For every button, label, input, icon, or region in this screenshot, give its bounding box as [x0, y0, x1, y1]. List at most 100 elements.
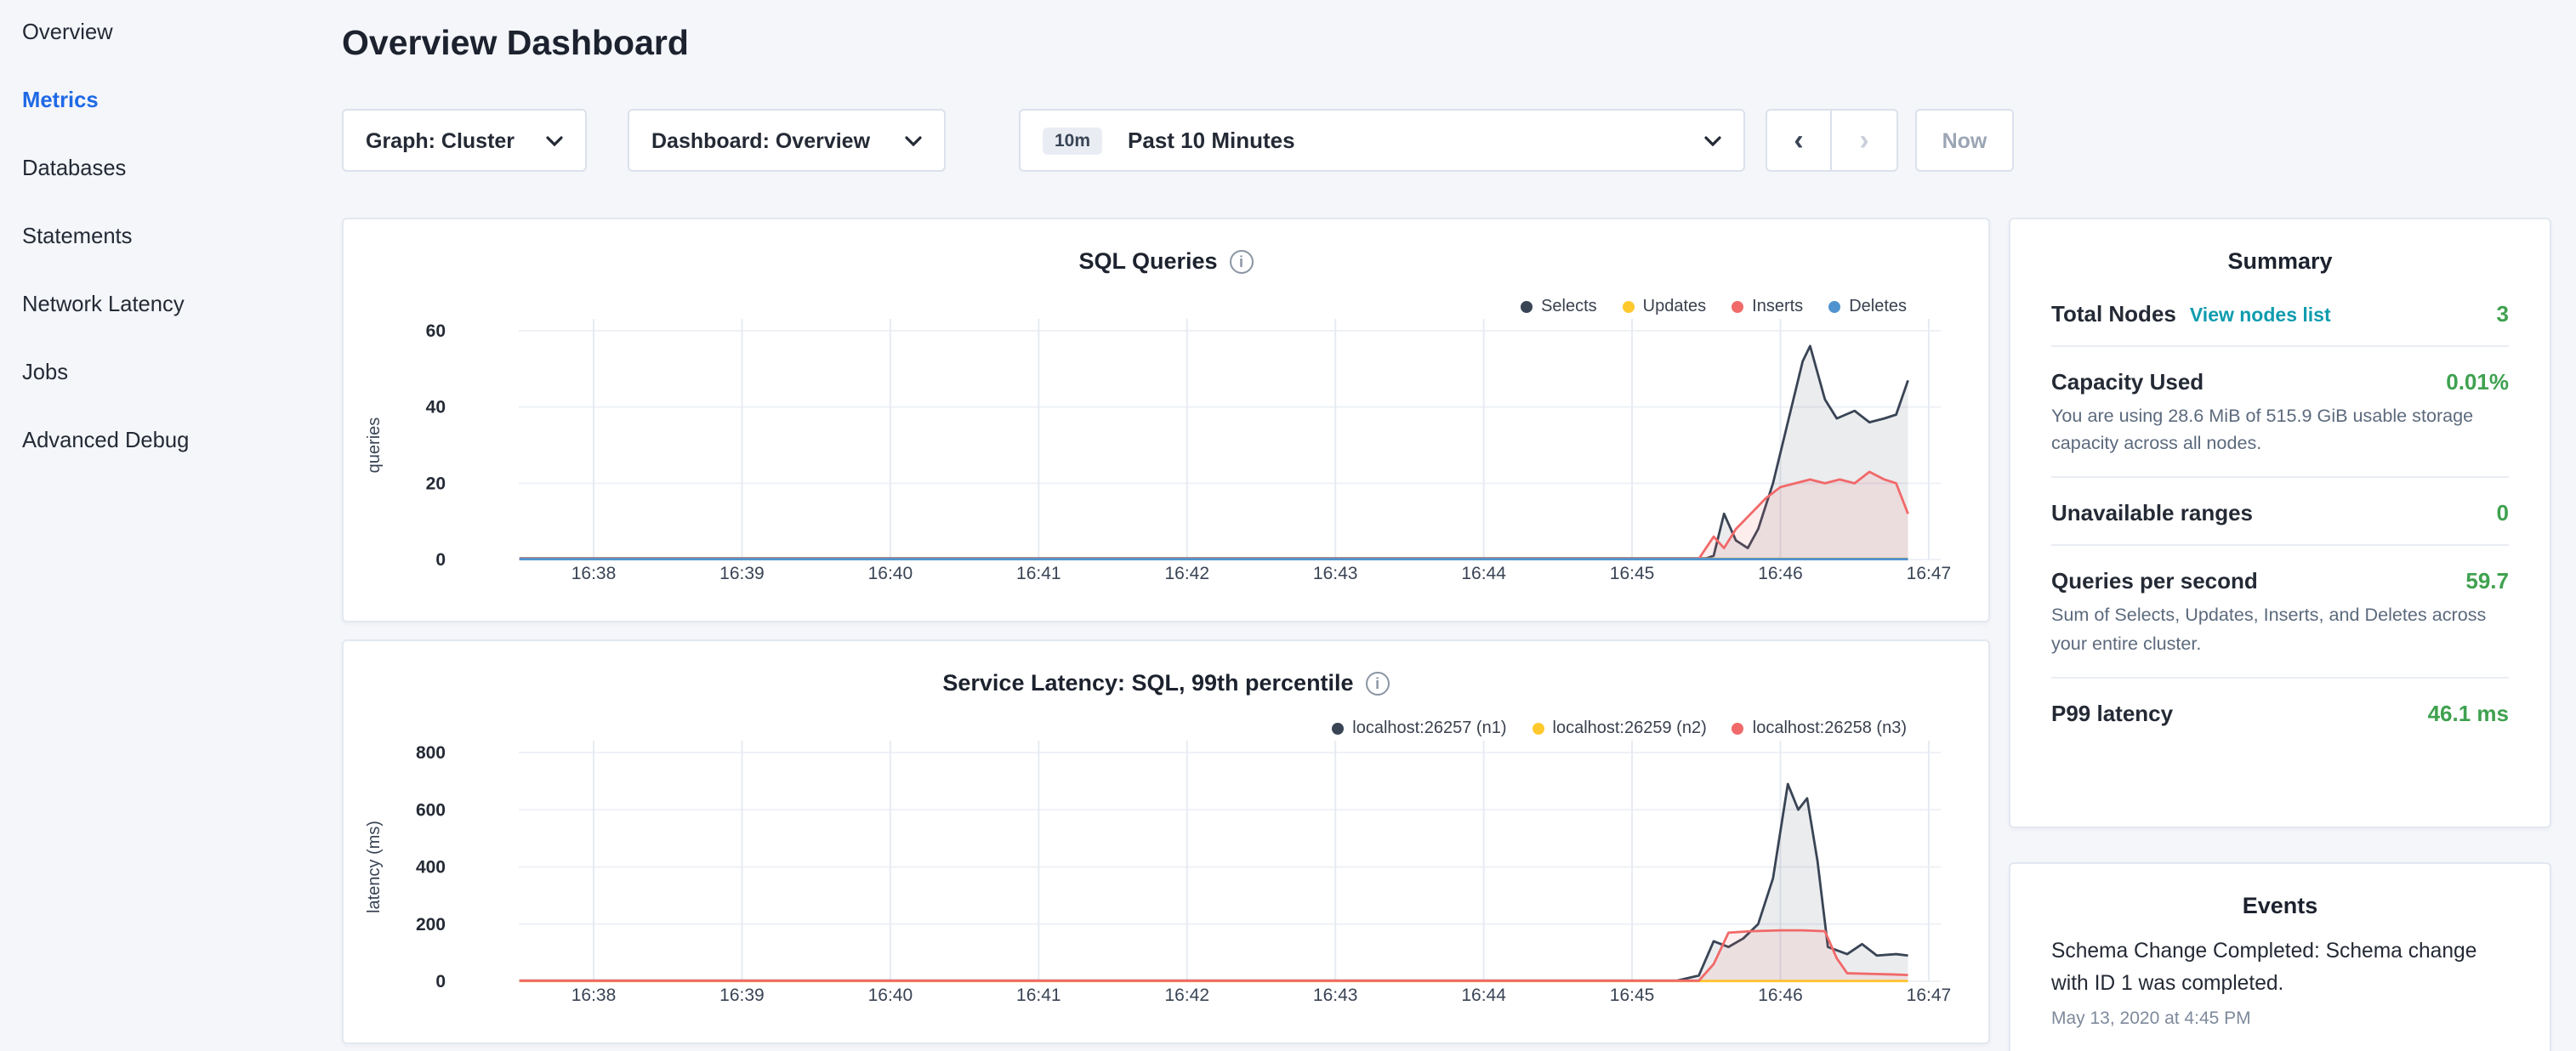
info-icon[interactable]: i	[1230, 249, 1254, 273]
chevron-down-icon	[1704, 135, 1721, 145]
legend-item: Selects	[1521, 298, 1597, 316]
legend-dot	[1732, 301, 1743, 313]
summary-panel: Summary Total Nodes View nodes list 3 Ca…	[2009, 218, 2551, 828]
service-latency-panel: Service Latency: SQL, 99th percentile i …	[342, 639, 1990, 1044]
summary-label: Total Nodes	[2051, 301, 2176, 327]
svg-text:queries: queries	[365, 418, 384, 474]
chevron-left-icon: ‹	[1794, 123, 1803, 157]
svg-text:800: 800	[416, 743, 446, 763]
time-range-selector[interactable]: 10m Past 10 Minutes	[1019, 109, 1745, 172]
legend-dot	[1521, 301, 1533, 313]
summary-row-p99-latency: P99 latency 46.1 ms	[2051, 679, 2509, 745]
time-range-label: Past 10 Minutes	[1128, 128, 1295, 153]
summary-row-capacity-used: Capacity Used 0.01% You are using 28.6 M…	[2051, 347, 2509, 479]
dashboard-dropdown[interactable]: Dashboard: Overview	[628, 109, 946, 172]
summary-value: 0	[2497, 501, 2509, 526]
sql-queries-chart[interactable]: 020406016:3816:3916:4016:4116:4216:4316:…	[344, 219, 1988, 621]
legend-item: Inserts	[1732, 298, 1803, 316]
summary-value: 3	[2497, 301, 2509, 327]
svg-text:0: 0	[435, 972, 446, 991]
view-nodes-list-link[interactable]: View nodes list	[2190, 306, 2331, 327]
summary-row-unavailable-ranges: Unavailable ranges 0	[2051, 479, 2509, 547]
legend-item: localhost:26257 (n1)	[1332, 719, 1506, 738]
summary-label: P99 latency	[2051, 701, 2173, 726]
svg-text:400: 400	[416, 858, 446, 878]
time-back-button[interactable]: ‹	[1766, 109, 1832, 172]
svg-text:16:42: 16:42	[1164, 986, 1209, 1005]
svg-text:16:46: 16:46	[1758, 564, 1803, 583]
dashboard-dropdown-label: Dashboard: Overview	[651, 128, 870, 152]
svg-text:0: 0	[435, 550, 446, 570]
summary-value: 0.01%	[2446, 369, 2509, 395]
svg-text:16:47: 16:47	[1907, 986, 1952, 1005]
events-title: Events	[2010, 864, 2550, 923]
svg-text:16:39: 16:39	[719, 564, 765, 583]
svg-text:16:46: 16:46	[1758, 986, 1803, 1005]
svg-text:16:40: 16:40	[868, 986, 913, 1005]
chart-title: SQL Queries	[1078, 248, 1217, 274]
summary-value: 59.7	[2465, 569, 2509, 594]
legend-dot	[1332, 723, 1344, 735]
summary-row-total-nodes: Total Nodes View nodes list 3	[2051, 279, 2509, 347]
svg-text:16:44: 16:44	[1461, 986, 1506, 1005]
legend-item: Deletes	[1828, 298, 1907, 316]
graph-dropdown[interactable]: Graph: Cluster	[342, 109, 587, 172]
svg-text:16:47: 16:47	[1907, 564, 1952, 583]
svg-text:600: 600	[416, 800, 446, 820]
legend-item: localhost:26258 (n3)	[1732, 719, 1907, 738]
time-forward-button[interactable]: ›	[1832, 109, 1898, 172]
chevron-right-icon: ›	[1859, 123, 1868, 157]
service-latency-chart[interactable]: 0 200 400 600 800 16:38 16:39 16:40 16:41 16:42 16…	[344, 641, 1988, 1042]
svg-text:16:45: 16:45	[1610, 986, 1655, 1005]
event-timestamp: May 13, 2020 at 4:45 PM	[2051, 1008, 2509, 1029]
page-title: Overview Dashboard	[342, 24, 689, 65]
svg-text:16:39: 16:39	[719, 986, 765, 1005]
sidebar-item-advanced-debug[interactable]: Advanced Debug	[22, 406, 311, 474]
legend-item: Updates	[1623, 298, 1707, 316]
svg-text:16:44: 16:44	[1461, 564, 1506, 583]
sidebar-item-overview[interactable]: Overview	[22, 0, 311, 66]
summary-value: 46.1 ms	[2428, 701, 2509, 726]
sidebar: Overview Metrics Databases Statements Ne…	[22, 0, 311, 474]
sidebar-item-databases[interactable]: Databases	[22, 134, 311, 202]
summary-description: You are using 28.6 MiB of 515.9 GiB usab…	[2051, 403, 2509, 458]
svg-text:20: 20	[426, 474, 446, 493]
legend-item: localhost:26259 (n2)	[1533, 719, 1707, 738]
legend-dot	[1623, 301, 1635, 313]
event-message: Schema Change Completed: Schema change w…	[2051, 935, 2509, 1000]
events-panel: Events Schema Change Completed: Schema c…	[2009, 862, 2551, 1051]
svg-text:16:42: 16:42	[1164, 564, 1209, 583]
time-range-badge: 10m	[1043, 127, 1102, 154]
svg-text:16:45: 16:45	[1610, 564, 1655, 583]
sidebar-item-statements[interactable]: Statements	[22, 202, 311, 270]
info-icon[interactable]: i	[1366, 671, 1390, 695]
svg-text:16:41: 16:41	[1016, 986, 1061, 1005]
chart-title: Service Latency: SQL, 99th percentile	[942, 670, 1353, 696]
sidebar-item-network-latency[interactable]: Network Latency	[22, 270, 311, 338]
svg-text:16:38: 16:38	[571, 986, 617, 1005]
legend-dot	[1533, 723, 1544, 735]
now-button[interactable]: Now	[1915, 109, 2014, 172]
chart-legend: localhost:26257 (n1) localhost:26259 (n2…	[1332, 719, 1907, 738]
chevron-down-icon	[905, 135, 922, 145]
chart-legend: Selects Updates Inserts Deletes	[1521, 298, 1907, 316]
summary-label: Queries per second	[2051, 569, 2258, 594]
summary-label: Unavailable ranges	[2051, 501, 2253, 526]
svg-text:latency (ms): latency (ms)	[365, 821, 384, 913]
summary-description: Sum of Selects, Updates, Inserts, and De…	[2051, 603, 2509, 658]
svg-text:40: 40	[426, 398, 446, 418]
svg-text:60: 60	[426, 321, 446, 341]
time-pager: ‹ ›	[1766, 109, 1898, 172]
svg-text:200: 200	[416, 915, 446, 935]
summary-label: Capacity Used	[2051, 369, 2204, 395]
sql-queries-panel: SQL Queries i Selects Updates Inserts De…	[342, 218, 1990, 622]
sidebar-item-metrics[interactable]: Metrics	[22, 66, 311, 134]
summary-title: Summary	[2010, 219, 2550, 279]
svg-text:16:40: 16:40	[868, 564, 913, 583]
sidebar-item-jobs[interactable]: Jobs	[22, 338, 311, 406]
svg-text:16:43: 16:43	[1313, 986, 1358, 1005]
legend-dot	[1828, 301, 1840, 313]
db-console: Overview Metrics Databases Statements Ne…	[0, 0, 2576, 1051]
svg-text:16:43: 16:43	[1313, 564, 1358, 583]
svg-text:16:38: 16:38	[571, 564, 617, 583]
